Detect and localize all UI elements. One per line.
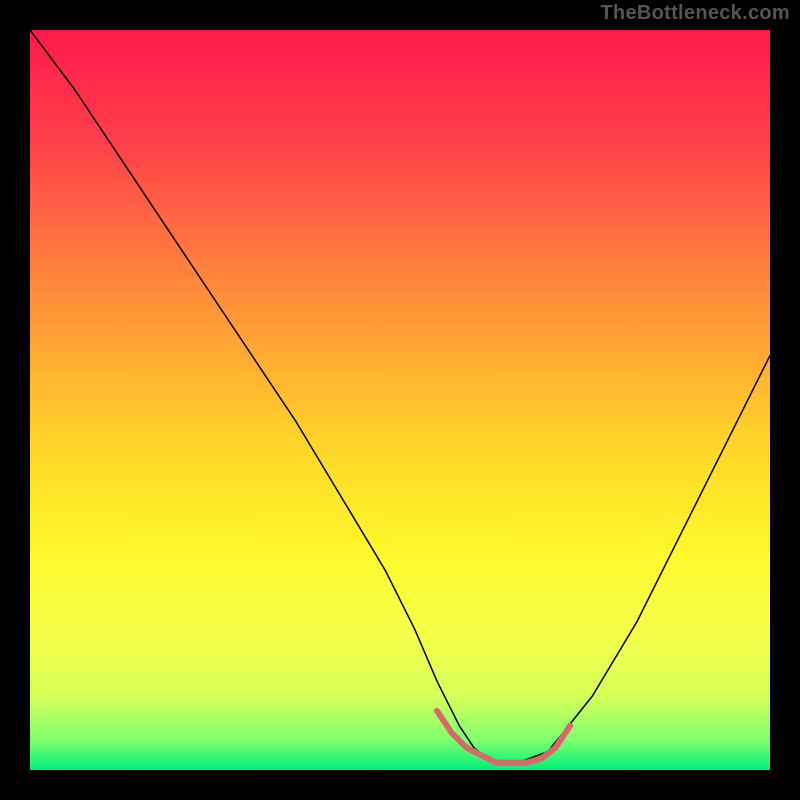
chart-plot <box>30 30 770 770</box>
gradient-background <box>30 30 770 770</box>
chart-frame: TheBottleneck.com <box>0 0 800 800</box>
watermark-label: TheBottleneck.com <box>600 2 790 25</box>
